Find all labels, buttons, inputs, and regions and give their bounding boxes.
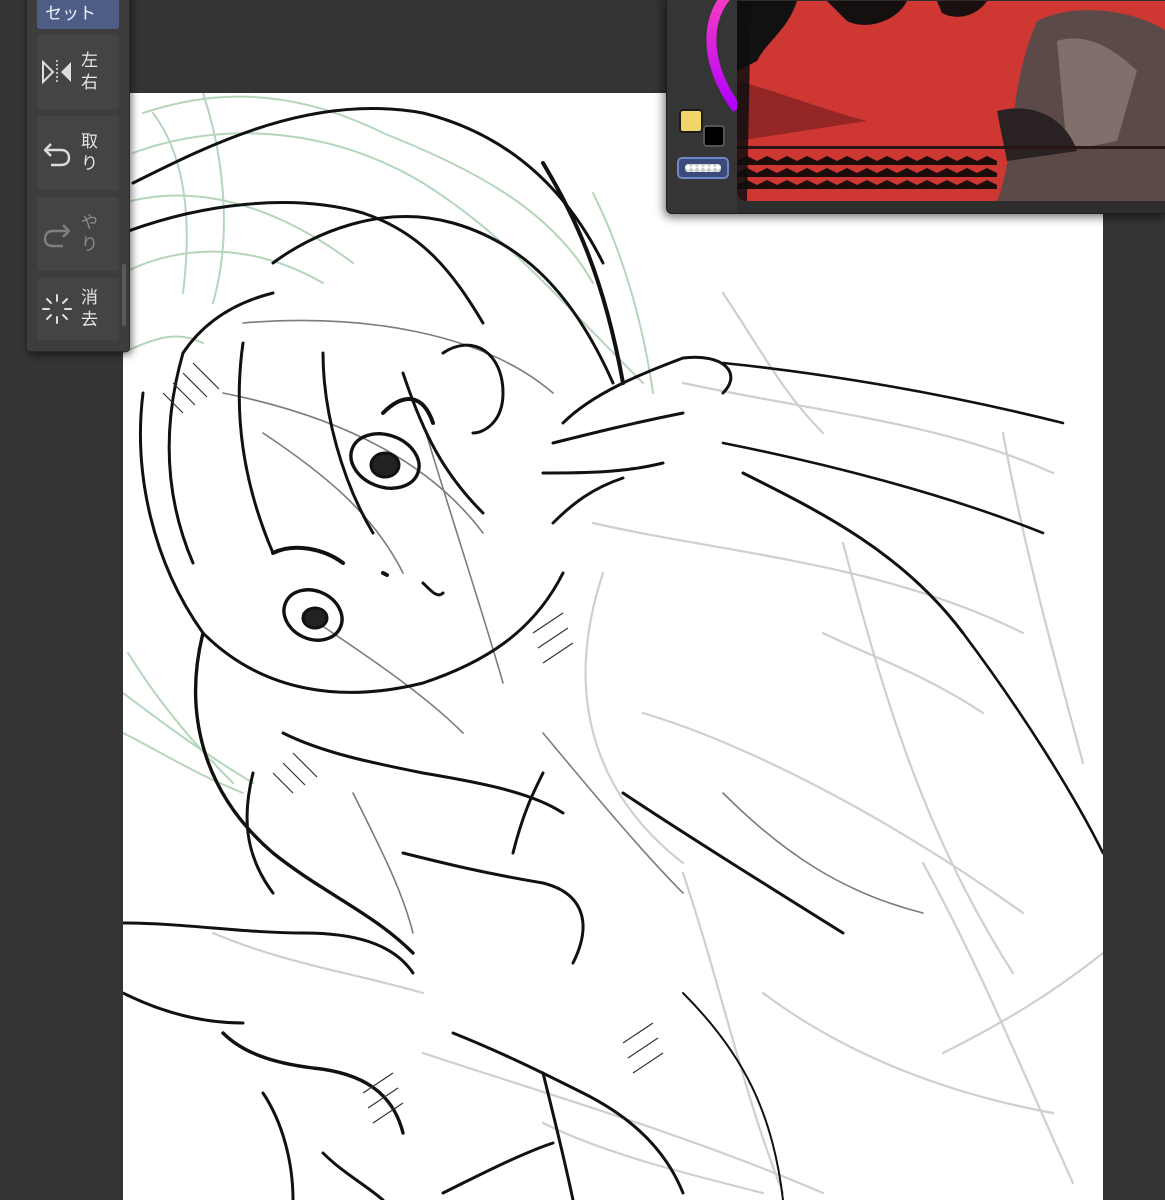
flip-horizontal-label: 左右 [81, 51, 98, 93]
redo-icon [39, 216, 75, 252]
undo-label: 取り [81, 132, 98, 174]
sketch-artwork [123, 93, 1103, 1200]
redo-button[interactable]: やり [37, 197, 119, 271]
flip-horizontal-icon [39, 54, 75, 90]
color-ring[interactable] [667, 0, 742, 117]
navigator-preview[interactable] [737, 1, 1165, 201]
drawing-canvas[interactable] [123, 93, 1103, 1200]
toolbar-top-button[interactable]: セット [37, 0, 119, 29]
undo-icon [39, 135, 75, 171]
clear-label: 消去 [81, 288, 98, 330]
undo-button[interactable]: 取り [37, 116, 119, 190]
sub-color-swatch[interactable] [703, 125, 725, 147]
edit-toolbar: セット 左右 取り やり 消去 [26, 0, 130, 352]
main-color-swatch[interactable] [679, 109, 703, 133]
color-navigator-panel [666, 0, 1165, 214]
transparent-color-swatch[interactable] [677, 157, 729, 179]
toolbar-scrollbar[interactable] [122, 264, 126, 326]
app-window: セット 左右 取り やり 消去 [0, 0, 1165, 1200]
clear-button[interactable]: 消去 [37, 278, 119, 340]
color-wheel-area[interactable] [667, 0, 742, 213]
clear-icon [39, 291, 75, 327]
flip-horizontal-button[interactable]: 左右 [37, 35, 119, 109]
navigator-image [737, 1, 1165, 201]
toolbar-top-label: セット [45, 4, 96, 24]
redo-label: やり [81, 213, 98, 255]
